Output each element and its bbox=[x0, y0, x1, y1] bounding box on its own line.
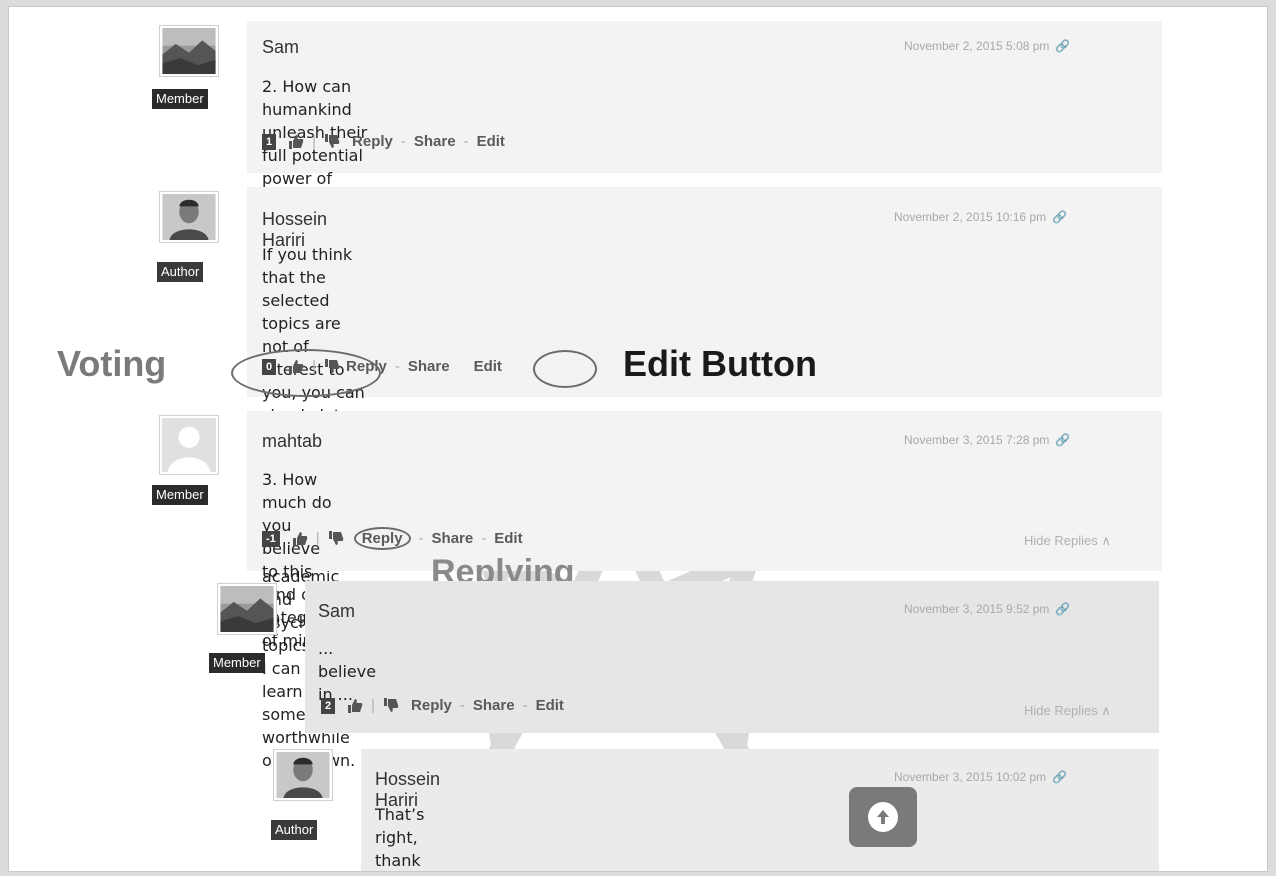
avatar[interactable] bbox=[159, 415, 219, 475]
comment-text: ... believe in ... bbox=[318, 639, 377, 704]
link-icon[interactable]: 🔗 bbox=[1052, 770, 1067, 784]
comment-text: That’s right, thank you. bbox=[375, 805, 425, 870]
annotation-voting-circle bbox=[231, 349, 381, 397]
edit-link[interactable]: Edit bbox=[477, 133, 505, 150]
comment-actions: 1 | Reply - Share - Edit bbox=[262, 133, 505, 150]
hide-replies-link[interactable]: Hide Replies ∧ bbox=[1024, 533, 1111, 549]
comment-author[interactable]: Sam bbox=[318, 601, 355, 622]
share-link[interactable]: Share bbox=[408, 358, 450, 375]
avatar[interactable] bbox=[273, 749, 333, 801]
person-avatar-icon bbox=[162, 194, 216, 240]
edit-link[interactable]: Edit bbox=[536, 697, 564, 714]
vote-separator: | bbox=[371, 697, 376, 714]
role-badge: Member bbox=[152, 89, 208, 109]
thumbs-up-icon[interactable] bbox=[347, 698, 363, 713]
default-avatar-icon bbox=[162, 418, 216, 472]
annotation-edit-circle bbox=[533, 350, 597, 388]
comment-date-text: November 2, 2015 5:08 pm bbox=[904, 39, 1050, 53]
share-link[interactable]: Share bbox=[473, 697, 515, 714]
edit-link[interactable]: Edit bbox=[494, 530, 522, 547]
separator: - bbox=[394, 358, 400, 375]
link-icon[interactable]: 🔗 bbox=[1055, 602, 1070, 616]
chevron-up-icon: ∧ bbox=[1101, 533, 1111, 548]
thumbs-up-icon[interactable] bbox=[288, 134, 304, 149]
comment-date-text: November 2, 2015 10:16 pm bbox=[894, 210, 1047, 224]
scroll-to-top-button[interactable] bbox=[849, 787, 917, 847]
separator: - bbox=[418, 530, 424, 547]
landscape-avatar-icon bbox=[162, 28, 216, 74]
thumbs-down-icon[interactable] bbox=[328, 531, 344, 546]
reply-link[interactable]: Reply bbox=[353, 527, 411, 550]
reply-link[interactable]: Reply bbox=[352, 133, 393, 150]
avatar[interactable] bbox=[159, 25, 219, 77]
annotation-edit-button: Edit Button bbox=[623, 343, 817, 384]
comment-date[interactable]: November 2, 2015 10:16 pm 🔗 bbox=[894, 210, 1067, 224]
person-avatar-icon bbox=[276, 752, 330, 798]
hide-replies-label: Hide Replies bbox=[1024, 533, 1098, 548]
comment-date[interactable]: November 2, 2015 5:08 pm 🔗 bbox=[904, 39, 1070, 53]
separator: - bbox=[400, 133, 406, 150]
edit-button[interactable]: Edit bbox=[474, 358, 502, 375]
thumbs-up-icon[interactable] bbox=[292, 531, 308, 546]
link-icon[interactable]: 🔗 bbox=[1055, 39, 1070, 53]
link-icon[interactable]: 🔗 bbox=[1052, 210, 1067, 224]
vote-count: 1 bbox=[262, 133, 277, 150]
reply-link[interactable]: Reply bbox=[411, 697, 452, 714]
share-link[interactable]: Share bbox=[414, 133, 456, 150]
comment-author[interactable]: mahtab bbox=[262, 431, 322, 452]
comments-page: Member Sam November 2, 2015 5:08 pm 🔗 2. … bbox=[8, 6, 1268, 872]
thumbs-down-icon[interactable] bbox=[383, 698, 399, 713]
thumbs-down-icon[interactable] bbox=[324, 134, 340, 149]
comment-author[interactable]: Sam bbox=[262, 37, 299, 58]
share-link[interactable]: Share bbox=[432, 530, 474, 547]
comment-date-text: November 3, 2015 7:28 pm bbox=[904, 433, 1050, 447]
landscape-avatar-icon bbox=[220, 586, 274, 632]
separator: - bbox=[463, 133, 469, 150]
vote-separator: | bbox=[312, 133, 317, 150]
hide-replies-link[interactable]: Hide Replies ∧ bbox=[1024, 703, 1111, 719]
comment-date-text: November 3, 2015 10:02 pm bbox=[894, 770, 1047, 784]
comment-date-text: November 3, 2015 9:52 pm bbox=[904, 602, 1050, 616]
separator: - bbox=[481, 530, 487, 547]
vote-count: -1 bbox=[262, 530, 280, 547]
comment-date[interactable]: November 3, 2015 10:02 pm 🔗 bbox=[894, 770, 1067, 784]
comment-actions: -1 | Reply - Share - Edit bbox=[262, 527, 523, 550]
separator: - bbox=[459, 697, 465, 714]
separator: - bbox=[522, 697, 528, 714]
vote-count: 2 bbox=[321, 697, 336, 714]
comment-date[interactable]: November 3, 2015 7:28 pm 🔗 bbox=[904, 433, 1070, 447]
role-badge: Author bbox=[157, 262, 204, 282]
vote-separator: | bbox=[315, 530, 320, 547]
role-badge: Member bbox=[152, 485, 208, 505]
chevron-up-icon: ∧ bbox=[1101, 703, 1111, 718]
role-badge: Member bbox=[209, 653, 265, 673]
annotation-voting: Voting bbox=[57, 343, 167, 384]
comment-box bbox=[361, 749, 1159, 871]
comment-date[interactable]: November 3, 2015 9:52 pm 🔗 bbox=[904, 602, 1070, 616]
arrow-up-icon bbox=[868, 802, 898, 832]
link-icon[interactable]: 🔗 bbox=[1055, 433, 1070, 447]
avatar[interactable] bbox=[217, 583, 277, 635]
hide-replies-label: Hide Replies bbox=[1024, 703, 1098, 718]
role-badge: Author bbox=[271, 820, 318, 840]
comment-actions: 2 | Reply - Share - Edit bbox=[321, 697, 564, 714]
avatar[interactable] bbox=[159, 191, 219, 243]
